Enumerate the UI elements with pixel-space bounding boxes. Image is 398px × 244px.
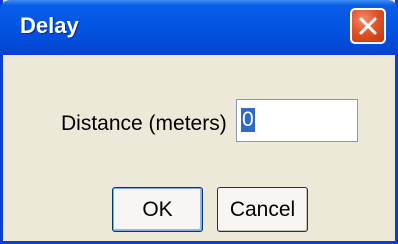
distance-input[interactable]: 0: [236, 99, 358, 142]
dialog-title: Delay: [20, 13, 79, 38]
cancel-button[interactable]: Cancel: [217, 187, 308, 232]
title-bar[interactable]: Delay: [0, 0, 398, 55]
ok-button[interactable]: OK: [112, 187, 203, 232]
close-button[interactable]: [350, 8, 386, 44]
delay-dialog: Delay Distance (meters) 0 OK Cancel: [0, 0, 398, 244]
close-icon: [359, 17, 377, 35]
distance-label: Distance (meters): [61, 112, 227, 135]
distance-input-value: 0: [241, 108, 255, 132]
